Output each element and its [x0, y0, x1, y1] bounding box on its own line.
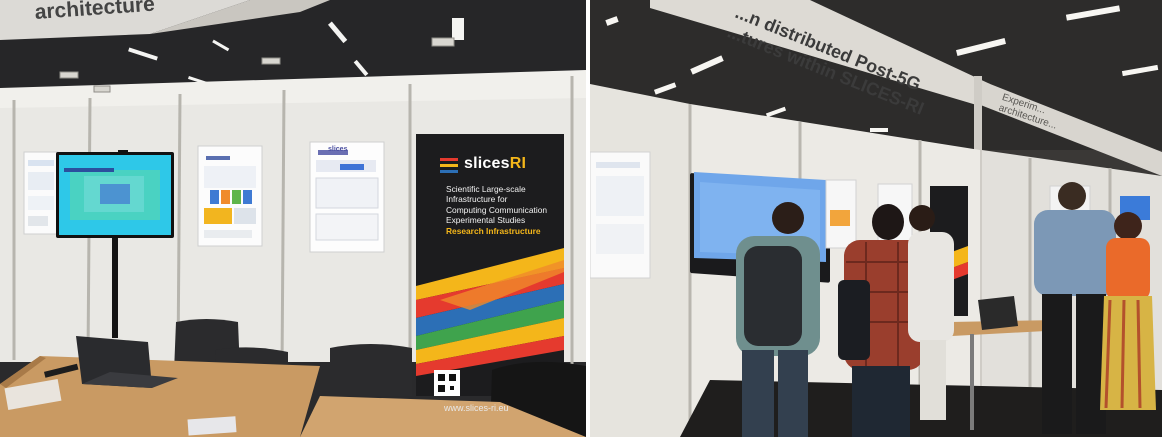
- booth-photo-right: ...n distributed Post-5G ...tures within…: [590, 0, 1162, 437]
- rollup-slogan-line: Scientific Large-scale: [446, 184, 526, 194]
- rollup-brand-ri: RI: [509, 155, 527, 172]
- rollup-tagline: Research Infrastructure: [446, 225, 541, 236]
- rollup-brand: slicesRI: [464, 155, 526, 173]
- poster-right-1: [590, 151, 651, 279]
- person-backpack: [736, 202, 820, 437]
- rollup-brand-slices: slices: [464, 155, 510, 172]
- person-orange-top: [1100, 212, 1156, 410]
- rollup-slogan: Scientific Large-scale Infrastructure fo…: [446, 184, 547, 236]
- rollup-slogan-line: Experimental Studies: [446, 215, 526, 226]
- poster-left-3: [309, 141, 385, 253]
- rollup-slogan-line: Computing Communication: [446, 204, 548, 215]
- poster-left-2: [197, 145, 263, 247]
- rollup-banner: [416, 134, 564, 396]
- poster-left-1: [23, 151, 59, 235]
- poster-brand: slices: [328, 146, 348, 153]
- booth-photo-left: architecture slicesRI Scientific Large-s…: [0, 0, 586, 437]
- rollup-url: www.slices-ri.eu: [444, 403, 509, 413]
- rollup-slogan-line: Infrastructure for: [446, 194, 508, 205]
